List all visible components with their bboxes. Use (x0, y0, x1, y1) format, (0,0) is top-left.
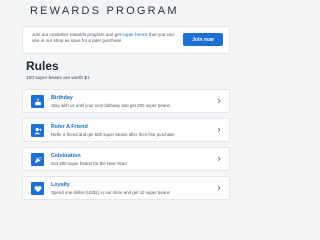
intro-text-part: Join our customer rewards program and ge… (32, 32, 123, 37)
party-icon (31, 153, 44, 166)
rules-heading: Rules (26, 59, 59, 73)
intro-card: Join our customer rewards program and ge… (22, 26, 230, 54)
rule-description: Refer a friend and get 500 super beans a… (51, 132, 175, 137)
rule-title: Birthday (51, 95, 73, 101)
chevron-right-icon (217, 156, 221, 162)
super-beans-link[interactable]: super beans (122, 32, 147, 37)
chevron-right-icon (217, 127, 221, 133)
cake-icon (31, 95, 44, 108)
page-title: REWARDS PROGRAM (30, 5, 179, 17)
rule-card-refer-a-friend[interactable]: Refer A Friend Refer a friend and get 50… (22, 118, 230, 142)
rule-card-celebration[interactable]: Celebration Get 300 super beans for the … (22, 147, 230, 171)
rule-title: Loyalty (51, 182, 70, 188)
rule-description: Get 300 super beans for the New Year! (51, 161, 127, 166)
user-plus-icon (31, 124, 44, 137)
rule-title: Refer A Friend (51, 124, 88, 130)
intro-text: Join our customer rewards program and ge… (32, 32, 180, 44)
chevron-right-icon (217, 98, 221, 104)
heart-icon (31, 182, 44, 195)
rule-card-birthday[interactable]: Birthday Stay with us until your next bi… (22, 89, 230, 113)
rule-description: Spend one dollar (US$1) in our store and… (51, 190, 170, 195)
join-now-button[interactable]: Join now (183, 33, 223, 46)
chevron-right-icon (217, 185, 221, 191)
rule-card-loyalty[interactable]: Loyalty Spend one dollar (US$1) in our s… (22, 176, 230, 200)
rule-title: Celebration (51, 153, 81, 159)
rule-description: Stay with us until your next birthday an… (51, 103, 170, 108)
rules-subheading: 100 super beans are worth $1 (26, 76, 90, 81)
